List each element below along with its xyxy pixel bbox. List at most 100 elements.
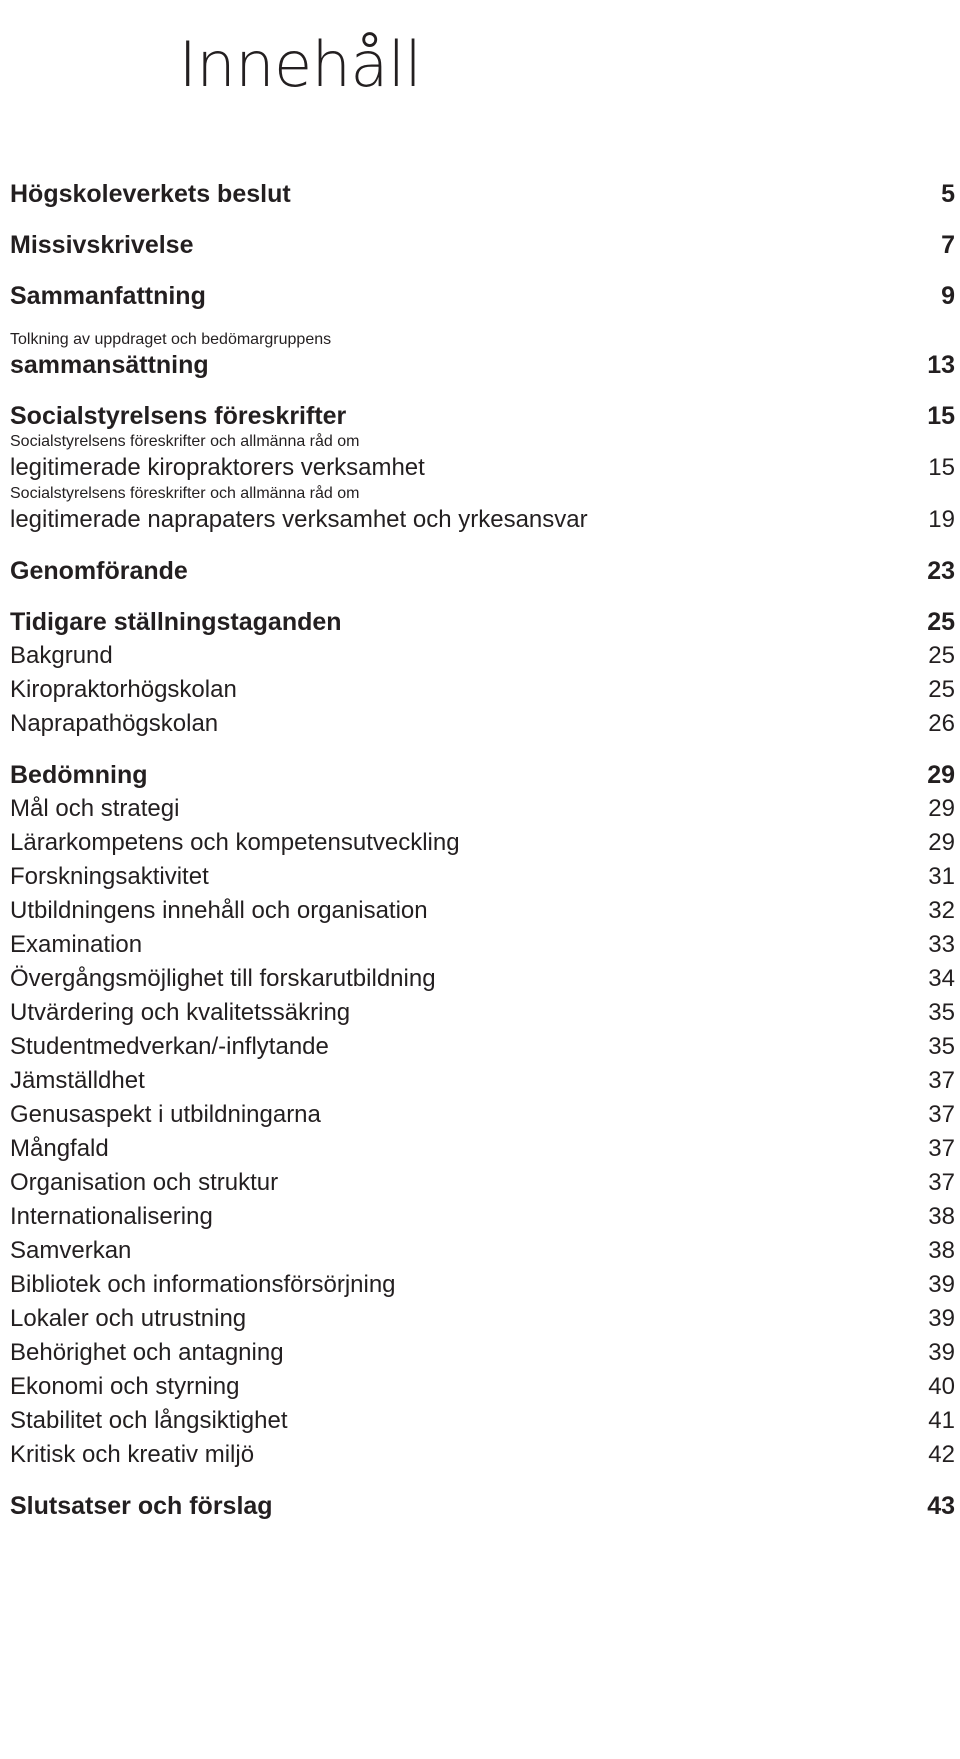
toc-entry-page-number: 43 — [927, 1492, 955, 1520]
toc-entry-page-number: 25 — [927, 608, 955, 636]
toc-entry-label: Socialstyrelsens föreskrifter — [10, 402, 347, 430]
toc-entry-page-number: 31 — [928, 863, 955, 890]
toc-entry-line: sammansättning 13 — [10, 349, 955, 382]
toc-entry-label: Examination — [10, 931, 143, 958]
toc-entry[interactable]: Bakgrund 25 — [10, 639, 955, 673]
toc-entry-label: Bakgrund — [10, 642, 113, 669]
toc-entry-label: Studentmedverkan/-inflytande — [10, 1033, 329, 1060]
toc-entry-page-number: 41 — [928, 1407, 955, 1434]
toc-entry[interactable]: Jämställdhet 37 — [10, 1064, 955, 1098]
toc-entry[interactable]: Utbildningens innehåll och organisation 3… — [10, 894, 955, 928]
page-title: Innehåll — [178, 27, 422, 101]
toc-entry[interactable]: Socialstyrelsens föreskrifter och allmän… — [10, 433, 955, 485]
toc-entry[interactable]: Socialstyrelsens föreskrifter och allmän… — [10, 485, 955, 537]
toc-entry-page-number: 42 — [928, 1441, 955, 1468]
toc-entry[interactable]: Organisation och struktur 37 — [10, 1166, 955, 1200]
toc-entry-page-number: 38 — [928, 1237, 955, 1264]
toc-entry[interactable]: Utvärdering och kvalitetssäkring 35 — [10, 996, 955, 1030]
toc-entry-line: Lokaler och utrustning 39 — [10, 1302, 955, 1336]
toc-entry[interactable]: Lokaler och utrustning 39 — [10, 1302, 955, 1336]
toc-entry[interactable]: Forskningsaktivitet 31 — [10, 860, 955, 894]
toc-entry-label: Sammanfattning — [10, 282, 206, 310]
toc-entry-line: Missivskrivelse 7 — [10, 229, 955, 262]
toc-entry-label: Slutsatser och förslag — [10, 1492, 273, 1520]
toc-entry-page-number: 39 — [928, 1271, 955, 1298]
toc-entry-label: Missivskrivelse — [10, 231, 194, 259]
toc-entry[interactable]: Tidigare ställningstaganden 25 — [10, 606, 955, 639]
toc-entry[interactable]: Missivskrivelse 7 — [10, 229, 955, 262]
toc-entry-line: Organisation och struktur 37 — [10, 1166, 955, 1200]
toc-entry-line: Forskningsaktivitet 31 — [10, 860, 955, 894]
toc-entry[interactable]: Mångfald 37 — [10, 1132, 955, 1166]
toc-entry[interactable]: Kritisk och kreativ miljö 42 — [10, 1438, 955, 1472]
toc-entry-page-number: 15 — [927, 402, 955, 430]
toc-entry-line: Sammanfattning 9 — [10, 280, 955, 313]
toc-entry[interactable]: Högskoleverkets beslut 5 — [10, 178, 955, 211]
toc-entry-line: Samverkan 38 — [10, 1234, 955, 1268]
toc-entry-label: Stabilitet och långsiktighet — [10, 1407, 288, 1434]
toc-entry[interactable]: Mål och strategi 29 — [10, 792, 955, 826]
toc-entry-line: Ekonomi och styrning 40 — [10, 1370, 955, 1404]
toc-entry[interactable]: Genomförande 23 — [10, 555, 955, 588]
toc-entry-line: Utbildningens innehåll och organisation 3… — [10, 894, 955, 928]
toc-entry-page-number: 39 — [928, 1339, 955, 1366]
toc-entry[interactable]: Internationalisering 38 — [10, 1200, 955, 1234]
toc-entry-page-number: 40 — [928, 1373, 955, 1400]
toc-entry-line: Jämställdhet 37 — [10, 1064, 955, 1098]
toc-entry-page-number: 38 — [928, 1203, 955, 1230]
toc-entry-page-number: 15 — [928, 454, 955, 481]
toc-entry[interactable]: Lärarkompetens och kompetensutveckling 29 — [10, 826, 955, 860]
toc-entry-page-number: 37 — [928, 1169, 955, 1196]
toc-entry[interactable]: Kiropraktorhögskolan 25 — [10, 673, 955, 707]
toc-entry-label: Genomförande — [10, 557, 188, 585]
toc-entry-line: Övergångsmöjlighet till forskarutbildnin… — [10, 962, 955, 996]
toc-entry-label: Socialstyrelsens föreskrifter och allmän… — [10, 485, 360, 502]
toc-entry-label: Bedömning — [10, 761, 148, 789]
toc-entry-label: Högskoleverkets beslut — [10, 180, 291, 208]
toc-entry-page-number: 25 — [928, 676, 955, 703]
toc-entry-page-number: 7 — [941, 231, 955, 259]
toc-entry-label: sammansättning — [10, 351, 209, 379]
toc-entry[interactable]: Bibliotek och informationsförsörjning 39 — [10, 1268, 955, 1302]
toc-page: Innehåll Högskoleverkets beslut 5 Missivsk… — [0, 0, 960, 1759]
toc-entry[interactable]: Samverkan 38 — [10, 1234, 955, 1268]
toc-entry[interactable]: Ekonomi och styrning 40 — [10, 1370, 955, 1404]
toc-entry-label: Utvärdering och kvalitetssäkring — [10, 999, 351, 1026]
toc-entry[interactable]: Naprapathögskolan 26 — [10, 707, 955, 741]
toc-entry-label: Jämställdhet — [10, 1067, 145, 1094]
toc-entry[interactable]: Bedömning 29 — [10, 759, 955, 792]
toc-entry-line: Examination 33 — [10, 928, 955, 962]
toc-entry-label: Naprapathögskolan — [10, 710, 219, 737]
toc-entry-line: legitimerade naprapaters verksamhet och … — [10, 503, 955, 537]
toc-entry-page-number: 37 — [928, 1135, 955, 1162]
toc-entry-line: Genusaspekt i utbildningarna 37 — [10, 1098, 955, 1132]
toc-entry[interactable]: Genusaspekt i utbildningarna 37 — [10, 1098, 955, 1132]
toc-entry-line: Bakgrund 25 — [10, 639, 955, 673]
toc-entry-line-continued: Tolkning av uppdraget och bedömargruppen… — [10, 331, 955, 349]
toc-entry[interactable]: Tolkning av uppdraget och bedömargruppen… — [10, 331, 955, 382]
toc-entry[interactable]: Studentmedverkan/-inflytande 35 — [10, 1030, 955, 1064]
toc-entry[interactable]: Stabilitet och långsiktighet 41 — [10, 1404, 955, 1438]
toc-entry-line: Slutsatser och förslag 43 — [10, 1490, 955, 1523]
toc-entry-label: Bibliotek och informationsförsörjning — [10, 1271, 396, 1298]
toc-entry-page-number: 29 — [928, 795, 955, 822]
toc-entry-label: Genusaspekt i utbildningarna — [10, 1101, 321, 1128]
toc-entry-label: Kiropraktorhögskolan — [10, 676, 237, 703]
toc-entry[interactable]: Behörighet och antagning 39 — [10, 1336, 955, 1370]
toc-entry[interactable]: Slutsatser och förslag 43 — [10, 1490, 955, 1523]
toc-entry-page-number: 29 — [928, 829, 955, 856]
toc-entry[interactable]: Övergångsmöjlighet till forskarutbildnin… — [10, 962, 955, 996]
toc-entry[interactable]: Sammanfattning 9 — [10, 280, 955, 313]
toc-entry[interactable]: Examination 33 — [10, 928, 955, 962]
toc-entry-line: Kiropraktorhögskolan 25 — [10, 673, 955, 707]
toc-entry-label: Mångfald — [10, 1135, 109, 1162]
toc-entry-line: Genomförande 23 — [10, 555, 955, 588]
toc-entry-label: Behörighet och antagning — [10, 1339, 284, 1366]
toc-entry-page-number: 9 — [941, 282, 955, 310]
toc-entry-page-number: 26 — [928, 710, 955, 737]
toc-entry-label: legitimerade naprapaters verksamhet och … — [10, 506, 588, 533]
toc-entry[interactable]: Socialstyrelsens föreskrifter 15 — [10, 400, 955, 433]
toc-entry-page-number: 37 — [928, 1067, 955, 1094]
toc-entry-page-number: 39 — [928, 1305, 955, 1332]
toc-entry-page-number: 19 — [928, 506, 955, 533]
